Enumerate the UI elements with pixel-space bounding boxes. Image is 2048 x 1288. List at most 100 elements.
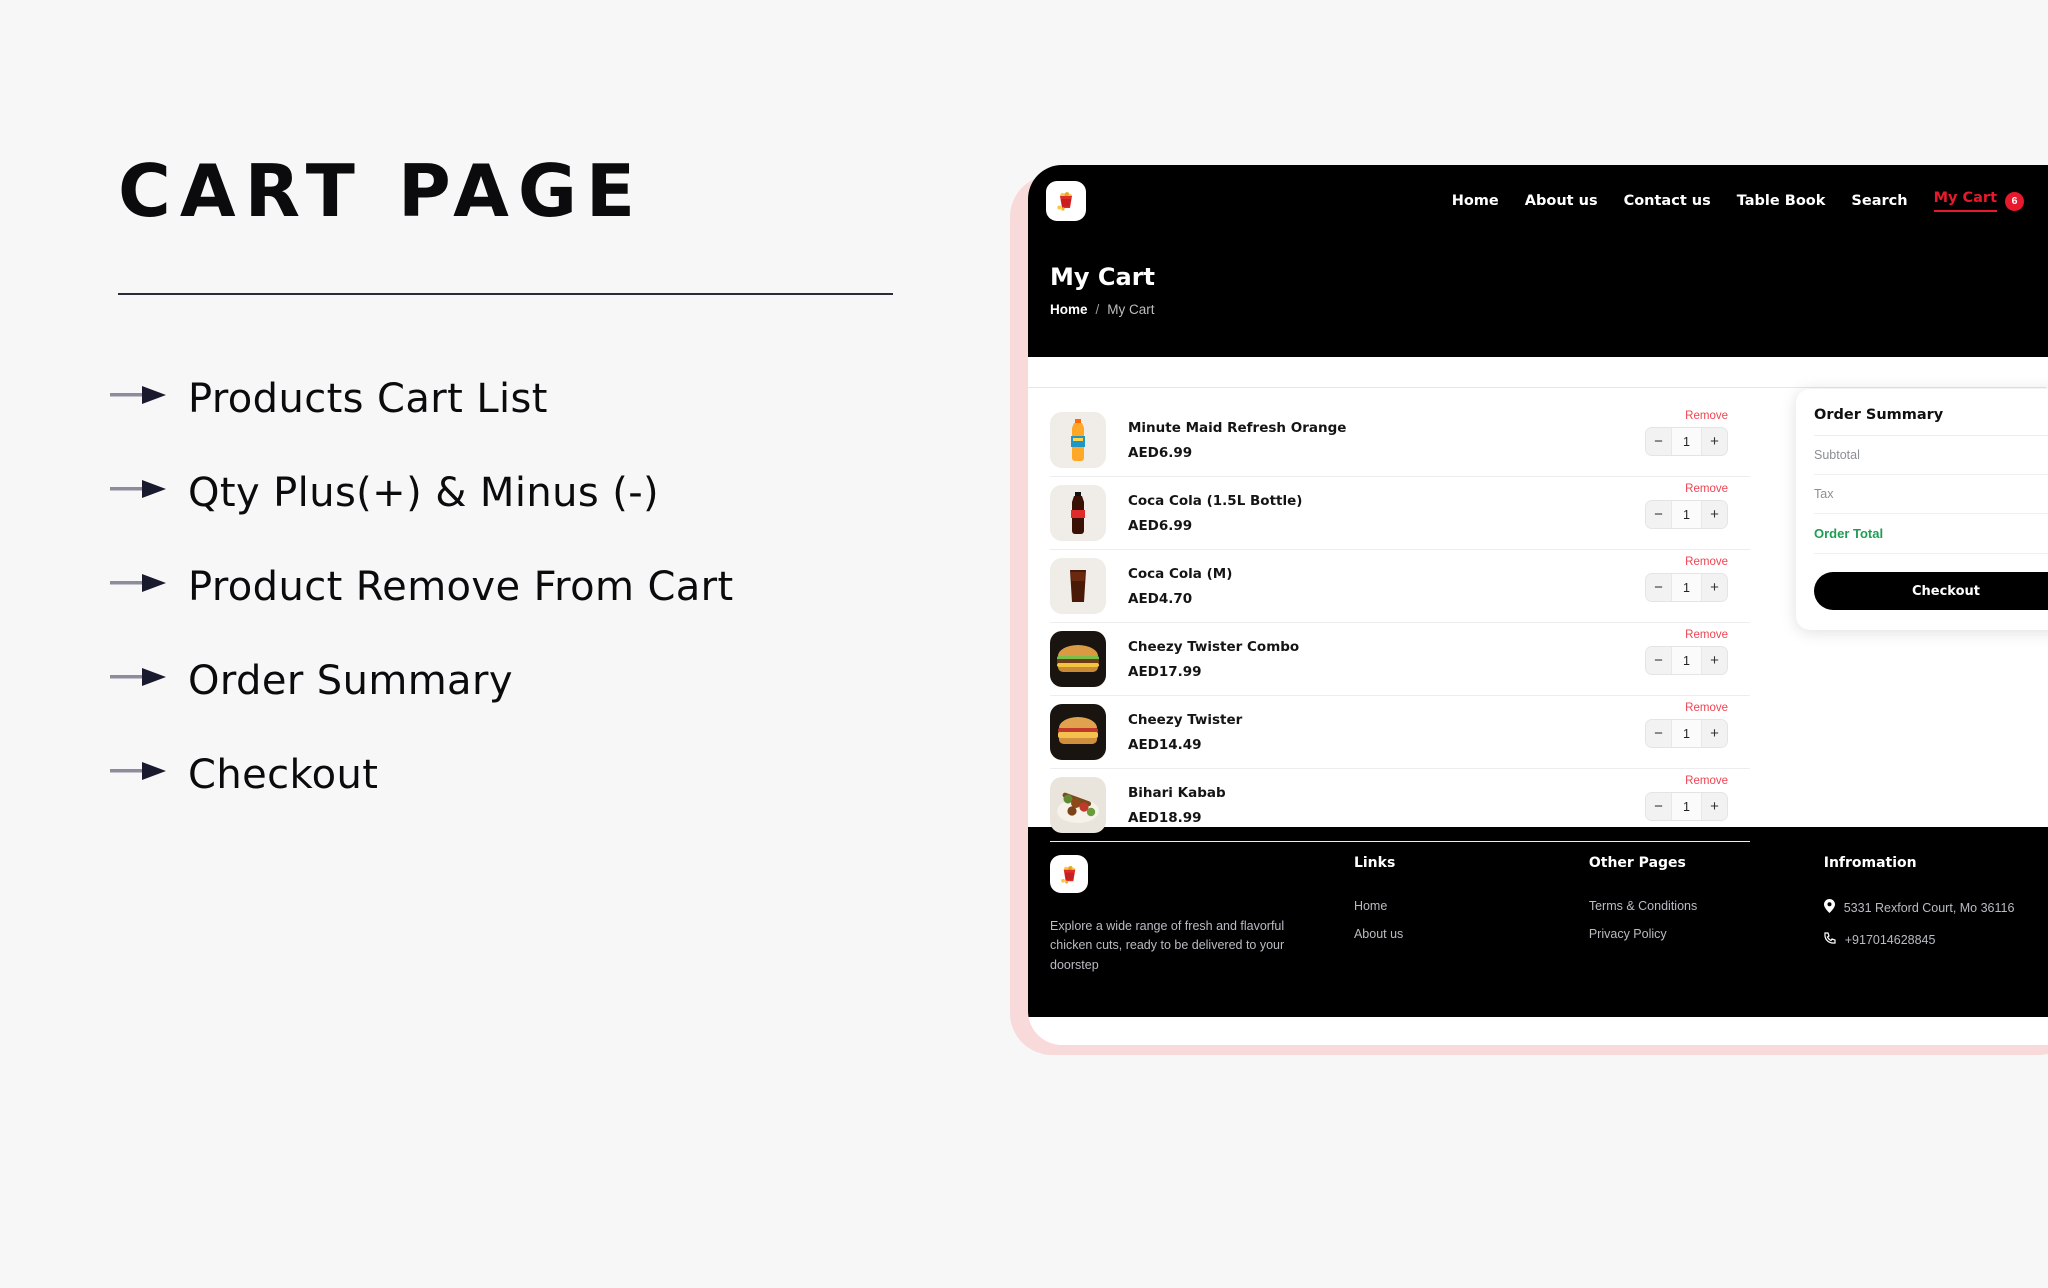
footer-link-terms[interactable]: Terms & Conditions [1589,899,1824,913]
hero-title: My Cart [1050,263,1155,291]
quantity-decrement-button[interactable]: − [1646,647,1671,674]
page-title: CART PAGE [118,149,645,233]
quantity-value[interactable]: 1 [1671,647,1702,674]
cola-bottle-icon [1050,485,1106,541]
quantity-increment-button[interactable]: + [1702,720,1727,747]
list-item-label: Order Summary [188,658,513,704]
quantity-stepper[interactable]: − 1 + [1645,719,1728,748]
quantity-stepper[interactable]: − 1 + [1645,792,1728,821]
quantity-value[interactable]: 1 [1671,574,1702,601]
list-item: Checkout [110,746,940,804]
footer-link-privacy[interactable]: Privacy Policy [1589,927,1824,941]
phone-icon [1824,931,1836,950]
footer-column-title: Links [1353,855,1396,871]
footer-link-home[interactable]: Home [1354,899,1589,913]
list-item-label: Products Cart List [188,376,548,422]
nav-link-my-cart[interactable]: My Cart [1933,190,1997,212]
quantity-increment-button[interactable]: + [1702,428,1727,455]
cola-glass-icon [1050,558,1106,614]
footer-address-text: 5331 Rexford Court, Mo 36116 [1843,901,2015,915]
location-pin-icon [1823,899,1835,919]
footer-address-line: 5331 Rexford Court, Mo 36116 [1823,899,2048,919]
quantity-stepper[interactable]: − 1 + [1645,646,1728,675]
remove-item-link[interactable]: Remove [1685,775,1728,787]
cart-content-area: Minute Maid Refresh Orange AED6.99 Remov… [1028,357,2048,842]
table-row: Minute Maid Refresh Orange AED6.99 Remov… [1050,404,1750,477]
remove-item-link[interactable]: Remove [1685,483,1728,495]
nav-link-search[interactable]: Search [1851,193,1907,209]
order-summary-title: Order Summary [1814,407,2048,436]
quantity-increment-button[interactable]: + [1702,501,1727,528]
order-total-label: Order Total [1814,526,1884,541]
table-row: Coca Cola (1.5L Bottle) AED6.99 Remove −… [1050,477,1750,550]
footer-column-title: Infromation [1823,855,1917,871]
footer-column-title: Other Pages [1588,855,1686,871]
footer-link-about-us[interactable]: About us [1354,927,1589,941]
summary-row-subtotal: Subtotal [1814,436,2048,475]
table-row: Cheezy Twister Combo AED17.99 Remove − 1… [1050,623,1750,696]
footer-tagline: Explore a wide range of fresh and flavor… [1050,919,1285,972]
nav-link-contact-us[interactable]: Contact us [1624,193,1711,209]
quantity-value[interactable]: 1 [1671,720,1702,747]
list-item-label: Product Remove From Cart [188,564,734,610]
title-divider [118,293,893,295]
list-item-label: Qty Plus(+) & Minus (-) [188,470,660,516]
footer-brand-column: Explore a wide range of fresh and flavor… [1050,855,1354,1017]
quantity-decrement-button[interactable]: − [1646,428,1671,455]
remove-item-link[interactable]: Remove [1685,410,1728,422]
list-item: Order Summary [110,652,940,710]
breadcrumb-current: My Cart [1107,302,1155,317]
nav-cart-group[interactable]: My Cart 6 [1933,190,2024,212]
quantity-value[interactable]: 1 [1671,428,1702,455]
breadcrumb-separator: / [1095,302,1100,317]
mockup-viewport: Home About us Contact us Table Book Sear… [1028,165,2048,1045]
chicken-bucket-logo-icon[interactable] [1050,855,1088,893]
quantity-decrement-button[interactable]: − [1646,720,1671,747]
quantity-value[interactable]: 1 [1671,793,1702,820]
quantity-stepper[interactable]: − 1 + [1645,573,1728,602]
screenshot-canvas: CART PAGE Products Cart List Qty Plus(+)… [0,0,2048,1288]
arrow-right-icon [110,464,188,505]
quantity-value[interactable]: 1 [1671,501,1702,528]
site-footer: Explore a wide range of fresh and flavor… [1028,827,2048,1017]
quantity-decrement-button[interactable]: − [1646,574,1671,601]
orange-juice-bottle-icon [1050,412,1106,468]
summary-row-tax: Tax [1814,475,2048,514]
table-row: Bihari Kabab AED18.99 Remove − 1 + [1050,769,1750,842]
footer-phone-text: +917014628845 [1844,932,1936,947]
breadcrumb-home[interactable]: Home [1050,302,1088,317]
list-item: Products Cart List [110,370,940,428]
browser-mockup: Home About us Contact us Table Book Sear… [1010,165,2048,1070]
content-top-divider [1028,387,2046,388]
quantity-increment-button[interactable]: + [1702,574,1727,601]
nav-link-home[interactable]: Home [1452,193,1499,209]
footer-phone-line: +917014628845 [1824,931,2048,950]
arrow-right-icon [110,370,188,411]
burger-icon [1050,704,1106,760]
arrow-right-icon [110,558,188,599]
footer-links-column: Links Home About us [1354,855,1589,1017]
nav-link-table-book[interactable]: Table Book [1737,193,1826,209]
chicken-bucket-logo-icon[interactable] [1046,181,1086,221]
quantity-decrement-button[interactable]: − [1646,501,1671,528]
list-item-label: Checkout [188,752,379,798]
checkout-button[interactable]: Checkout [1814,572,2048,610]
table-row: Cheezy Twister AED14.49 Remove − 1 + [1050,696,1750,769]
list-item: Product Remove From Cart [110,558,940,616]
remove-item-link[interactable]: Remove [1685,556,1728,568]
nav-link-about-us[interactable]: About us [1525,193,1598,209]
quantity-stepper[interactable]: − 1 + [1645,427,1728,456]
quantity-increment-button[interactable]: + [1702,793,1727,820]
breadcrumb: Home / My Cart [1050,302,2048,317]
table-row: Coca Cola (M) AED4.70 Remove − 1 + [1050,550,1750,623]
summary-row-order-total: Order Total [1814,514,2048,554]
navbar-links: Home About us Contact us Table Book Sear… [1452,165,2048,237]
order-summary-panel: Order Summary Subtotal Tax Order Total C… [1796,389,2048,630]
quantity-increment-button[interactable]: + [1702,647,1727,674]
quantity-stepper[interactable]: − 1 + [1645,500,1728,529]
quantity-decrement-button[interactable]: − [1646,793,1671,820]
burger-icon [1050,631,1106,687]
remove-item-link[interactable]: Remove [1685,629,1728,641]
remove-item-link[interactable]: Remove [1685,702,1728,714]
footer-other-pages-column: Other Pages Terms & Conditions Privacy P… [1589,855,1824,1017]
